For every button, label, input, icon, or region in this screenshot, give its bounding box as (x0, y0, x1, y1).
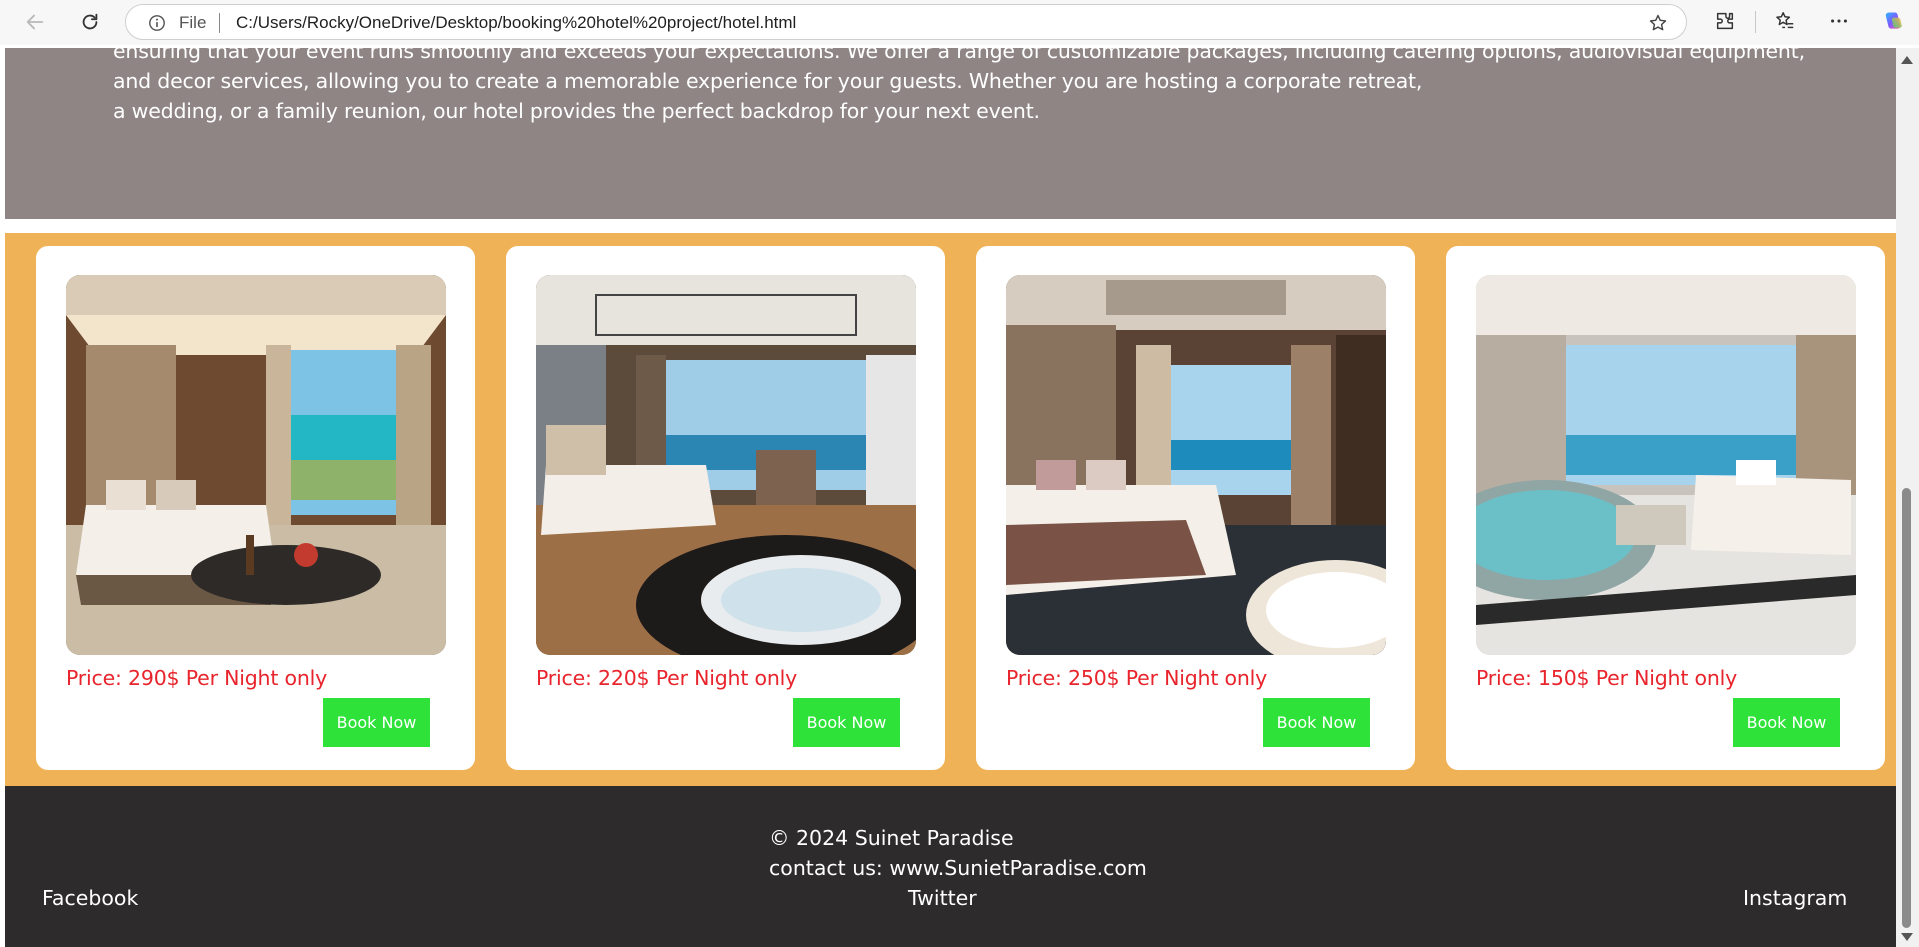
scrollbar-thumb[interactable] (1902, 488, 1911, 928)
room-price: Price: 150$ Per Night only (1476, 666, 1738, 690)
room-card: Price: 150$ Per Night only Book Now (1446, 246, 1885, 770)
room-price: Price: 220$ Per Night only (536, 666, 798, 690)
copilot-icon (1885, 12, 1902, 29)
back-icon (26, 14, 44, 30)
browser-toolbar: File C:/Users/Rocky/OneDrive/Desktop/boo… (0, 0, 1919, 45)
favorites-icon (1776, 12, 1794, 29)
address-separator (219, 13, 220, 33)
address-bar[interactable]: File C:/Users/Rocky/OneDrive/Desktop/boo… (125, 4, 1687, 40)
scroll-up-icon[interactable] (1900, 54, 1914, 66)
event-text-line: ensuring that your event runs smoothly a… (113, 48, 1805, 63)
room-image (536, 275, 916, 655)
extensions-button[interactable] (1713, 9, 1737, 33)
event-text-line: a wedding, or a family reunion, our hote… (113, 99, 1040, 123)
room-price: Price: 250$ Per Night only (1006, 666, 1268, 690)
twitter-link[interactable]: Twitter (908, 886, 977, 910)
footer-contact: contact us: www.SunietParadise.com (769, 856, 1147, 880)
book-now-button[interactable]: Book Now (1263, 698, 1370, 747)
copilot-button[interactable] (1880, 8, 1906, 34)
book-now-button[interactable]: Book Now (323, 698, 430, 747)
event-section: ensuring that your event runs smoothly a… (5, 48, 1896, 219)
reload-button[interactable] (73, 6, 107, 38)
scroll-down-icon[interactable] (1900, 931, 1914, 943)
url-text[interactable]: C:/Users/Rocky/OneDrive/Desktop/booking%… (236, 13, 796, 33)
footer-copyright: © 2024 Suinet Paradise (769, 826, 1014, 850)
book-now-button[interactable]: Book Now (1733, 698, 1840, 747)
page-scrollbar[interactable] (1896, 48, 1919, 947)
room-price: Price: 290$ Per Night only (66, 666, 328, 690)
event-text-line: and decor services, allowing you to crea… (113, 69, 1423, 93)
room-image (66, 275, 446, 655)
room-card: Price: 290$ Per Night only Book Now (36, 246, 475, 770)
room-card: Price: 220$ Per Night only Book Now (506, 246, 945, 770)
room-image (1006, 275, 1386, 655)
info-icon[interactable] (148, 14, 166, 32)
book-now-button[interactable]: Book Now (793, 698, 900, 747)
rooms-section: Price: 290$ Per Night only Book Now Pric… (5, 233, 1896, 786)
file-label: File (179, 13, 207, 32)
star-icon[interactable] (1648, 13, 1668, 33)
favorites-button[interactable] (1773, 9, 1797, 33)
instagram-link[interactable]: Instagram (1743, 886, 1847, 910)
back-button[interactable] (18, 6, 52, 38)
reload-icon (82, 13, 98, 30)
room-image (1476, 275, 1856, 655)
page-viewport: ensuring that your event runs smoothly a… (0, 48, 1919, 947)
more-icon (1831, 19, 1847, 23)
toolbar-separator (1755, 11, 1756, 33)
facebook-link[interactable]: Facebook (42, 886, 138, 910)
room-card: Price: 250$ Per Night only Book Now (976, 246, 1415, 770)
more-button[interactable] (1827, 9, 1851, 33)
event-description: ensuring that your event runs smoothly a… (113, 48, 1813, 126)
hotel-page: ensuring that your event runs smoothly a… (5, 48, 1896, 947)
footer: © 2024 Suinet Paradise contact us: www.S… (5, 786, 1896, 947)
extensions-icon (1716, 12, 1734, 30)
